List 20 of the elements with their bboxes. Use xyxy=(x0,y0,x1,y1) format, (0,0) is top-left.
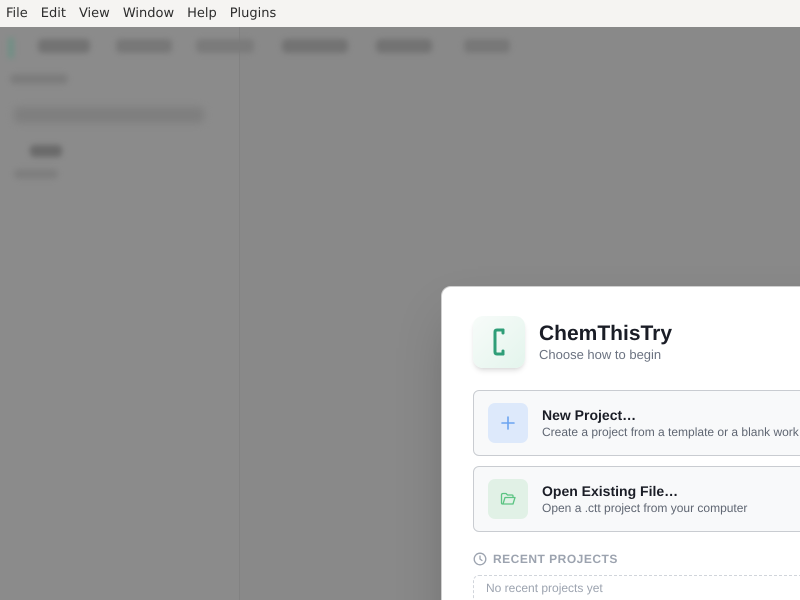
menu-item[interactable]: Window xyxy=(122,4,174,24)
action-title: Open Existing File… xyxy=(542,482,680,500)
dialog-subtitle: Choose how to begin xyxy=(539,347,662,363)
menu-item[interactable]: File xyxy=(6,4,28,24)
app-logo-icon xyxy=(473,316,525,368)
action-description: Open a .ctt project from your computer xyxy=(542,500,748,516)
plus-icon xyxy=(500,415,516,431)
empty-state-text: No recent projects yet xyxy=(486,581,604,595)
menu-item[interactable]: Help xyxy=(187,4,217,24)
recent-projects-heading: RECENT PROJECTS xyxy=(493,551,618,568)
folder-icon xyxy=(500,491,516,507)
new-project-button[interactable]: New Project… Create a project from a template or a blank work xyxy=(473,390,800,456)
dialog-title: ChemThisTry xyxy=(539,321,672,347)
open-file-button[interactable]: Open Existing File… Open a .ctt project from your computer xyxy=(473,466,800,532)
action-description: Create a project from a template or a blank work xyxy=(542,424,799,440)
action-title: New Project… xyxy=(542,406,638,424)
menu-item[interactable]: Edit xyxy=(40,4,66,24)
menu-item[interactable]: Plugins xyxy=(230,4,276,24)
menu-item[interactable]: View xyxy=(78,4,110,24)
clock-icon xyxy=(473,552,487,566)
